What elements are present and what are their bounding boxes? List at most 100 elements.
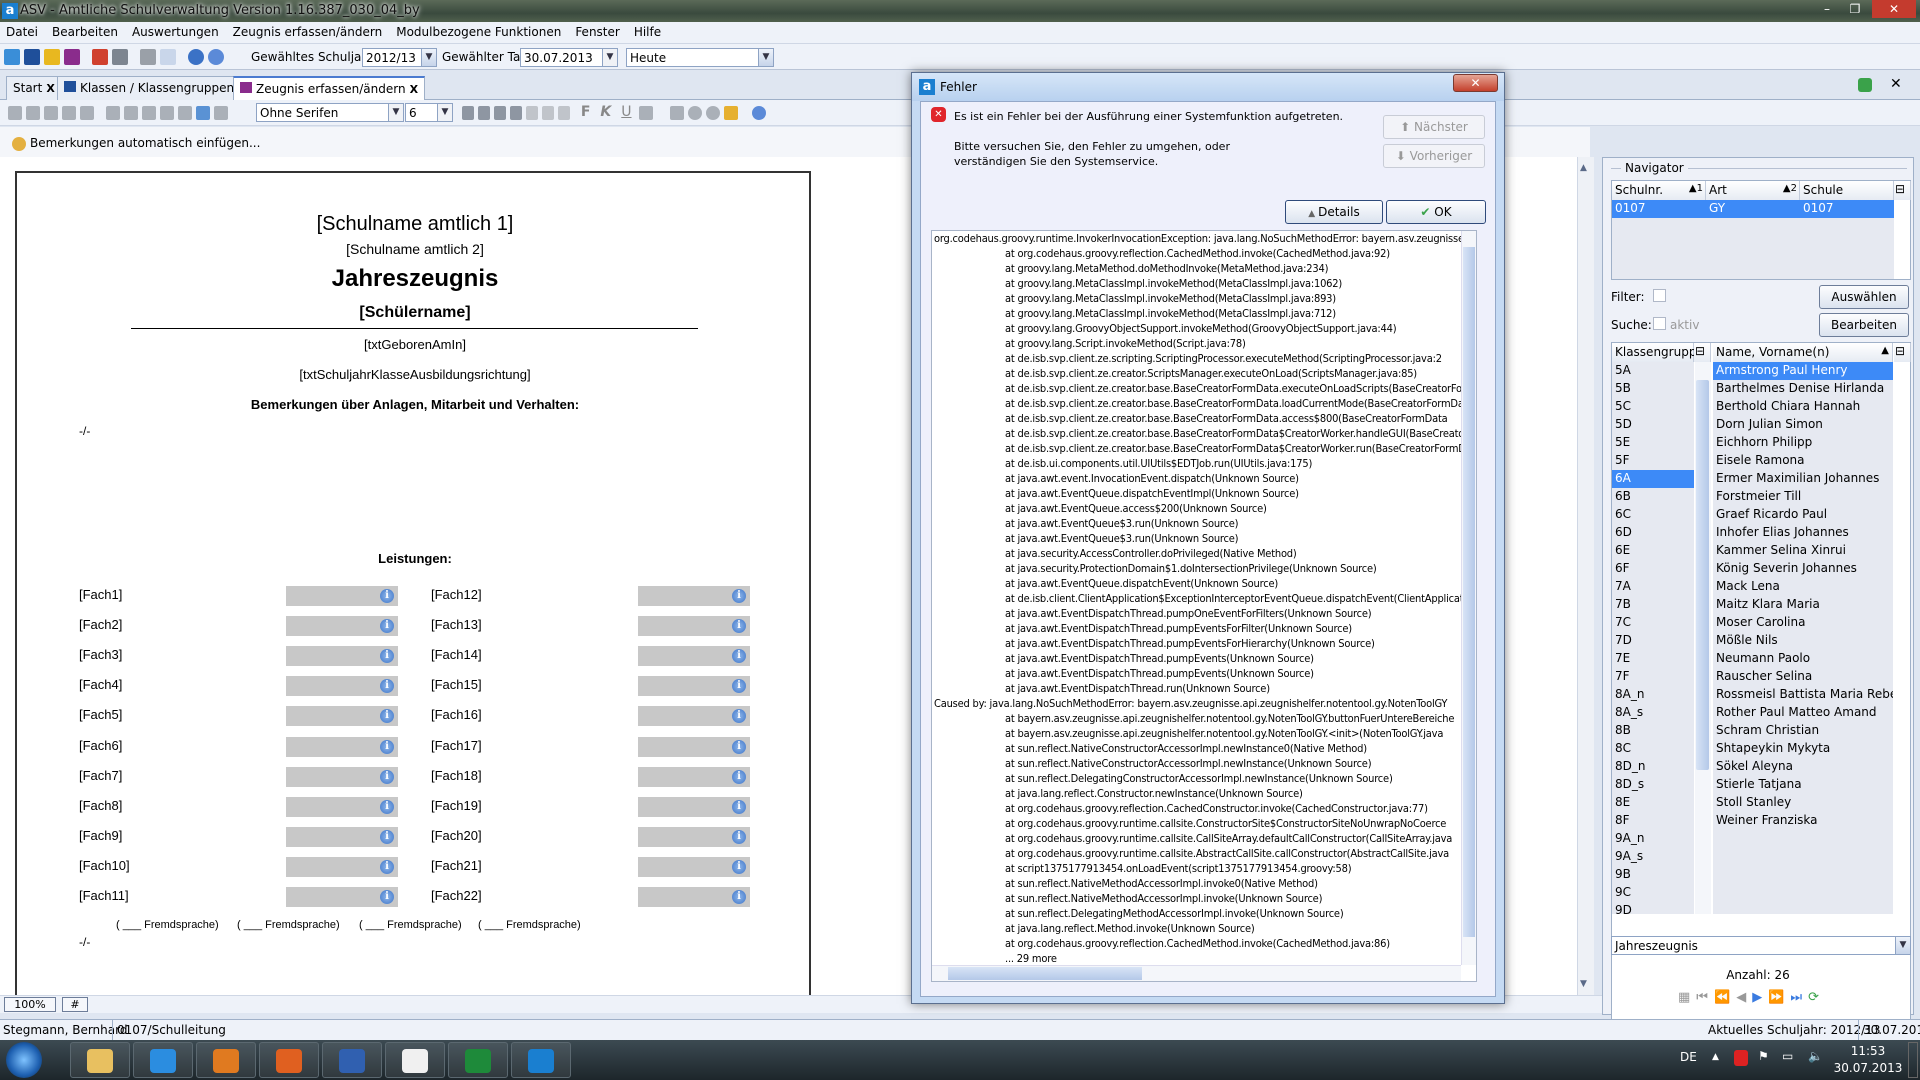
grade-field[interactable]: i [286,646,398,667]
menu-item[interactable]: Hilfe [628,22,669,39]
tab-klassen[interactable]: Klassen / KlassengruppenX [57,76,254,100]
network-icon[interactable]: ▭ [1782,1049,1793,1063]
class-item[interactable]: 5A [1612,362,1694,380]
align-justify-icon[interactable] [494,106,506,120]
scroll-thumb[interactable] [1463,247,1475,937]
font-size-icon[interactable] [214,106,228,120]
swap-icon[interactable] [196,106,210,120]
menu-item[interactable]: Auswertungen [126,22,227,39]
class-item[interactable]: 8D_n [1612,758,1694,776]
class-item[interactable]: 9B [1612,866,1694,884]
last-icon[interactable]: ⏭ [1790,990,1808,1005]
column-chooser-icon[interactable]: ⊟ [1894,343,1911,362]
chevron-down-icon[interactable]: ▼ [388,104,403,121]
tab-zeugnis[interactable]: Zeugnis erfassen/ändern X [233,76,426,101]
excel-icon[interactable] [448,1042,508,1078]
grade-field[interactable]: i [638,796,750,817]
clock-time[interactable]: 11:53 [1838,1044,1898,1058]
student-item[interactable]: Neumann Paolo [1713,650,1893,668]
document-scrollbar[interactable]: ▲ ▼ [1577,157,1594,995]
column-header-schulnr[interactable]: Schulnr. ▲1 [1612,181,1706,200]
window-icon[interactable] [160,49,176,65]
school-row[interactable]: 0107 GY 0107 [1612,200,1894,218]
help-icon[interactable] [208,49,224,65]
report-type-select[interactable]: Jahreszeugnis ▼ [1611,936,1911,955]
stamp-icon[interactable] [638,106,653,120]
next-page-icon[interactable]: ⏩ [1768,990,1790,1005]
foreign-language-field[interactable]: ( ___ Fremdsprache) [237,919,340,931]
student-item[interactable]: Stoll Stanley [1713,794,1893,812]
student-item[interactable]: Sökel Aleyna [1713,758,1893,776]
refresh-icon[interactable] [1858,78,1872,92]
student-item[interactable]: Mößle Nils [1713,632,1893,650]
explorer-icon[interactable] [70,1042,130,1078]
clock-date[interactable]: 30.07.2013 [1832,1061,1904,1075]
show-desktop-button[interactable] [1908,1042,1918,1078]
flag-icon[interactable]: ⚑ [1758,1049,1769,1063]
class-item[interactable]: 9A_s [1612,848,1694,866]
student-item[interactable]: Stierle Tatjana [1713,776,1893,794]
printer-icon[interactable] [670,106,685,120]
student-item[interactable]: Schram Christian [1713,722,1893,740]
info-icon[interactable]: i [732,679,746,694]
column-header-name[interactable]: Name, Vorname(n) ▲ [1713,343,1893,362]
class-item[interactable]: 5D [1612,416,1694,434]
class-icon[interactable] [24,49,40,65]
class-item[interactable]: 6F [1612,560,1694,578]
info-icon[interactable]: i [732,589,746,603]
class-item[interactable]: 8A_n [1612,686,1694,704]
copy-icon[interactable] [160,106,174,120]
chevron-down-icon[interactable]: ▼ [758,49,773,66]
italic-button[interactable]: K [600,104,611,120]
grade-field[interactable]: i [638,586,750,606]
previous-icon[interactable]: ◀ [1736,990,1752,1005]
edit-button[interactable]: Bearbeiten [1819,313,1909,337]
scroll-up-icon[interactable]: ▲ [1580,163,1587,173]
trace-vscrollbar[interactable] [1461,231,1476,965]
info-icon[interactable]: i [380,739,394,754]
info-icon[interactable]: i [732,649,746,664]
student-item[interactable]: Moser Carolina [1713,614,1893,632]
internet-explorer-icon[interactable] [133,1042,193,1078]
grade-field[interactable]: i [286,826,398,847]
font-size-select[interactable]: 6 ▼ [405,103,453,122]
class-item[interactable]: 7C [1612,614,1694,632]
bell-icon[interactable] [724,106,739,120]
grade-field[interactable]: i [638,646,750,667]
ok-button[interactable]: ✔ OK [1386,200,1486,224]
class-item[interactable]: 5C [1612,398,1694,416]
grade-field[interactable]: i [286,856,398,877]
thunderbird-icon[interactable] [322,1042,382,1078]
help-icon[interactable] [752,106,767,120]
info-icon[interactable]: i [380,619,394,634]
grade-field[interactable]: i [286,766,398,787]
class-item[interactable]: 6D [1612,524,1694,542]
paste-icon[interactable] [178,106,192,120]
scroll-thumb[interactable] [1696,380,1709,770]
list-icon[interactable] [558,106,570,120]
student-item[interactable]: Rauscher Selina [1713,668,1893,686]
chevron-down-icon[interactable]: ▼ [602,49,617,66]
student-item[interactable]: Ermer Maximilian Johannes [1713,470,1893,488]
book-icon[interactable] [92,49,108,65]
tag-date-field[interactable]: 30.07.2013 ▼ [520,48,618,67]
class-item[interactable]: 6C [1612,506,1694,524]
column-chooser-icon[interactable]: ⊟ [1694,343,1711,362]
scroll-thumb[interactable] [948,967,1142,980]
class-item[interactable]: 8F [1612,812,1694,830]
info-icon[interactable]: i [380,649,394,664]
filter-checkbox[interactable] [1653,289,1666,302]
select-button[interactable]: Auswählen [1819,285,1909,309]
info-icon[interactable]: i [380,859,394,874]
bulb-icon[interactable] [706,106,721,120]
next-icon[interactable]: ▶ [1752,990,1768,1005]
class-item[interactable]: 8B [1612,722,1694,740]
details-button[interactable]: ▲ Details [1285,200,1383,224]
volume-icon[interactable]: 🔈 [1808,1049,1823,1063]
class-item[interactable]: 8C [1612,740,1694,758]
info-icon[interactable]: i [732,619,746,634]
class-item[interactable]: 8E [1612,794,1694,812]
mode-select[interactable]: Heute ▼ [626,48,774,67]
foreign-language-field[interactable]: ( ___ Fremdsprache) [359,919,462,931]
info-icon[interactable]: i [732,859,746,874]
